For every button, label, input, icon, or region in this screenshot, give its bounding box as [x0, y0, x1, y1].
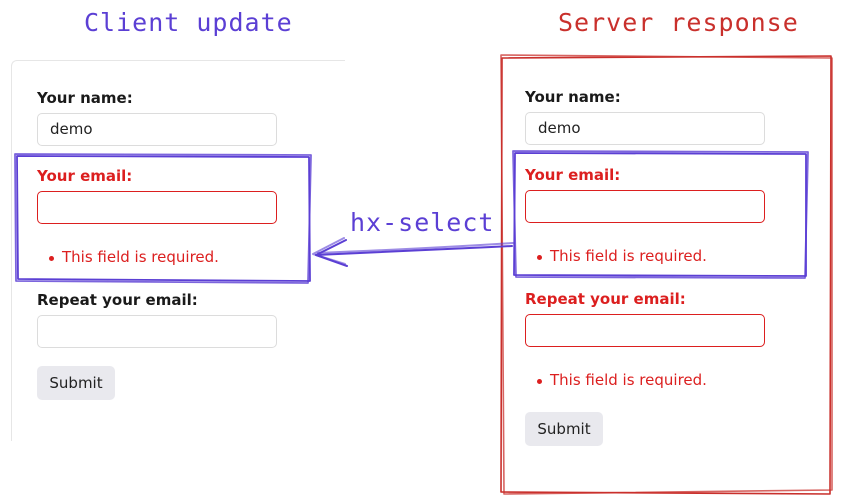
hx-select-arrow — [312, 237, 514, 267]
client-selection-box — [14, 153, 312, 284]
server-selection-box — [512, 150, 809, 279]
annotation-layer — [14, 54, 833, 495]
